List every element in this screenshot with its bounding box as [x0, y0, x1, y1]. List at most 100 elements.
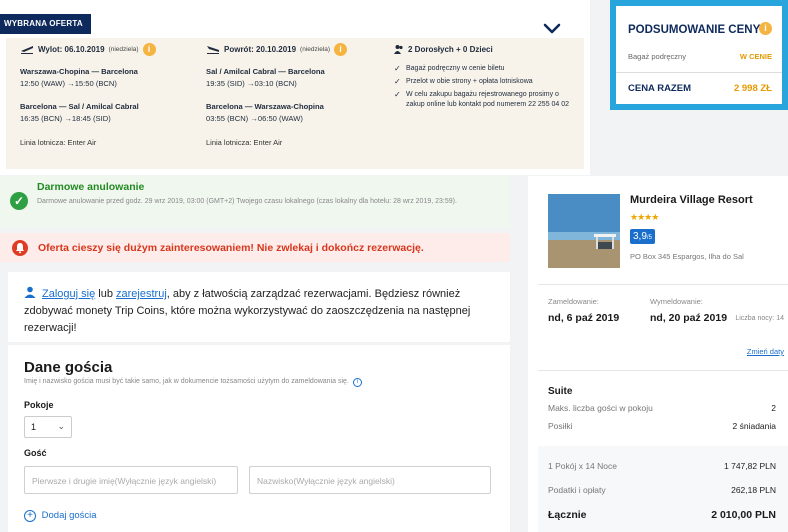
meals-value: 2 śniadania	[732, 421, 776, 431]
plane-landing-icon	[207, 46, 219, 54]
price-summary-title: PODSUMOWANIE CENY	[628, 24, 761, 36]
or-text: lub	[98, 288, 113, 300]
return-column: Powrót: 20.10.2019 (niedziela) i Sal / A…	[206, 38, 386, 147]
last-name-input[interactable]: Nazwisko(Wyłącznie język angielski)	[249, 466, 491, 494]
selected-offer-panel: WYBRANA OFERTA Wylot: 06.10.2019 (niedzi…	[0, 0, 590, 175]
room-cost-label: 1 Pokój x 14 Noce	[548, 461, 617, 471]
outbound-day: (niedziela)	[108, 45, 139, 53]
total-label: CENA RAZEM	[628, 83, 691, 94]
max-guests-label: Maks. liczba gości w pokoju	[548, 403, 653, 413]
high-demand-banner: Oferta cieszy się dużym zainteresowaniem…	[0, 233, 510, 262]
hotel-summary-card: Murdeira Village Resort ★★★★ 3,9/5 PO Bo…	[528, 176, 788, 532]
review-score-badge: 3,9/5	[630, 229, 655, 244]
hotel-name: Murdeira Village Resort	[630, 194, 753, 206]
guest-label: Gość	[24, 448, 47, 458]
outbound-label: Wylot: 06.10.2019	[38, 44, 105, 54]
chevron-down-icon[interactable]	[542, 22, 562, 36]
return-day: (niedziela)	[300, 45, 331, 53]
people-icon	[394, 45, 403, 54]
leg-time: 03:55 (BCN) →06:50 (WAW)	[206, 114, 303, 123]
outbound-header: Wylot: 06.10.2019 (niedziela) i	[20, 38, 196, 60]
room-type: Suite	[548, 386, 573, 397]
baggage-value: W CENIE	[739, 52, 772, 61]
flight-details: Wylot: 06.10.2019 (niedziela) i Warszawa…	[6, 38, 584, 169]
room-cost-row: 1 Pokój x 14 Noce 1 747,82 PLN	[548, 461, 776, 471]
max-guests-value: 2	[771, 403, 776, 413]
rooms-select[interactable]: 1 ⌄	[24, 416, 72, 438]
rooms-label: Pokoje	[24, 400, 54, 410]
info-icon[interactable]: i	[334, 42, 348, 56]
review-score-max: /5	[646, 235, 652, 241]
price-summary-card: PODSUMOWANIE CENY i Bagaż podręczny W CE…	[616, 6, 782, 104]
leg-route: Barcelona — Warszawa-Chopina	[206, 102, 324, 111]
plane-takeoff-icon	[21, 46, 33, 54]
hotel-total-row: Łącznie 2 010,00 PLN	[548, 509, 776, 521]
check-circle-icon: ✓	[10, 192, 28, 210]
travellers-count: 2 Dorosłych + 0 Dzieci	[408, 44, 493, 54]
login-link[interactable]: Zaloguj się	[42, 288, 95, 300]
checkin-label: Zameldowanie:	[548, 297, 599, 306]
divider	[538, 370, 788, 371]
leg-time: 16:35 (BCN) →18:45 (SID)	[20, 114, 111, 123]
taxes-row: Podatki i opłaty 262,18 PLN	[548, 485, 776, 495]
travellers-header: 2 Dorosłych + 0 Dzieci	[394, 38, 574, 60]
divider	[538, 284, 788, 285]
high-demand-text: Oferta cieszy się dużym zainteresowaniem…	[38, 242, 424, 254]
baggage-label: Bagaż podręczny	[628, 52, 686, 61]
outbound-column: Wylot: 06.10.2019 (niedziela) i Warszawa…	[20, 38, 196, 147]
leg-time: 12:50 (WAW) →15:50 (BCN)	[20, 79, 117, 88]
first-name-input[interactable]: Pierwsze i drugie imię(Wyłącznie język a…	[24, 466, 238, 494]
bell-icon	[16, 243, 24, 254]
login-prompt-text: Zaloguj się lub zarejestruj, aby z łatwo…	[24, 286, 494, 337]
info-icon[interactable]: i	[142, 42, 156, 56]
checkout-label: Wymeldowanie:	[650, 297, 703, 306]
checkout-date: nd, 20 paź 2019	[650, 312, 728, 324]
room-cost-value: 1 747,82 PLN	[724, 461, 776, 471]
register-link[interactable]: zarejestruj	[116, 288, 167, 300]
guest-details-form: Dane gościa Imię i nazwisko gościa musi …	[8, 345, 510, 532]
cancellation-text: Darmowe anulowanie przed godz. 29 wrz 20…	[37, 198, 457, 205]
airline: Linia lotnicza: Enter Air	[206, 138, 283, 147]
add-guest-button[interactable]: + Dodaj gościa	[24, 510, 97, 522]
hotel-total-value: 2 010,00 PLN	[711, 509, 776, 521]
star-rating: ★★★★	[630, 212, 659, 222]
info-icon[interactable]: i	[352, 378, 362, 387]
feature-item: W celu zakupu bagażu rejestrowanego pros…	[394, 90, 574, 110]
hotel-photo	[548, 194, 620, 268]
hotel-address: PO Box 345 Espargos, Ilha do Sal	[630, 252, 744, 261]
info-icon[interactable]: i	[759, 22, 772, 35]
taxes-label: Podatki i opłaty	[548, 485, 606, 495]
add-guest-label: Dodaj gościa	[41, 510, 97, 521]
leg-route: Barcelona — Sal / Amilcal Cabral	[20, 102, 139, 111]
rooms-value: 1	[31, 422, 37, 432]
leg-route: Warszawa-Chopina — Barcelona	[20, 67, 138, 76]
taxes-value: 262,18 PLN	[731, 485, 776, 495]
login-prompt: Zaloguj się lub zarejestruj, aby z łatwo…	[8, 272, 510, 342]
plus-icon: +	[24, 510, 36, 522]
feature-item: Przelot w obie strony + opłata lotniskow…	[394, 77, 574, 87]
nights-count: Liczba nocy: 14	[735, 315, 784, 322]
meals-label: Posiłki	[548, 421, 573, 431]
change-dates-link[interactable]: Zmień daty	[728, 347, 784, 356]
cancellation-title: Darmowe anulowanie	[37, 181, 145, 193]
leg-time: 19:35 (SID) →03:10 (BCN)	[206, 79, 297, 88]
hotel-photo-image	[548, 194, 620, 268]
checkin-date: nd, 6 paź 2019	[548, 312, 620, 324]
guest-form-note-text: Imię i nazwisko gościa musi być takie sa…	[24, 378, 349, 385]
guest-form-title: Dane gościa	[24, 359, 113, 376]
total-price: 2 998 ZŁ	[733, 83, 772, 94]
meals-row: Posiłki 2 śniadania	[548, 421, 776, 431]
return-label: Powrót: 20.10.2019	[224, 44, 297, 54]
feature-list: Bagaż podręczny w cenie biletu Przelot w…	[394, 64, 574, 110]
chevron-down-icon: ⌄	[57, 421, 65, 431]
divider	[616, 72, 782, 73]
feature-item: Bagaż podręczny w cenie biletu	[394, 64, 574, 74]
selected-offer-badge: WYBRANA OFERTA	[0, 14, 91, 34]
travellers-column: 2 Dorosłych + 0 Dzieci Bagaż podręczny w…	[394, 38, 574, 113]
free-cancellation-banner: ✓ Darmowe anulowanie Darmowe anulowanie …	[0, 176, 510, 228]
user-icon	[24, 286, 36, 298]
hotel-total-label: Łącznie	[548, 509, 587, 521]
leg-route: Sal / Amilcal Cabral — Barcelona	[206, 67, 325, 76]
review-score: 3,9	[633, 231, 647, 242]
guest-form-note: Imię i nazwisko gościa musi być takie sa…	[24, 378, 362, 387]
